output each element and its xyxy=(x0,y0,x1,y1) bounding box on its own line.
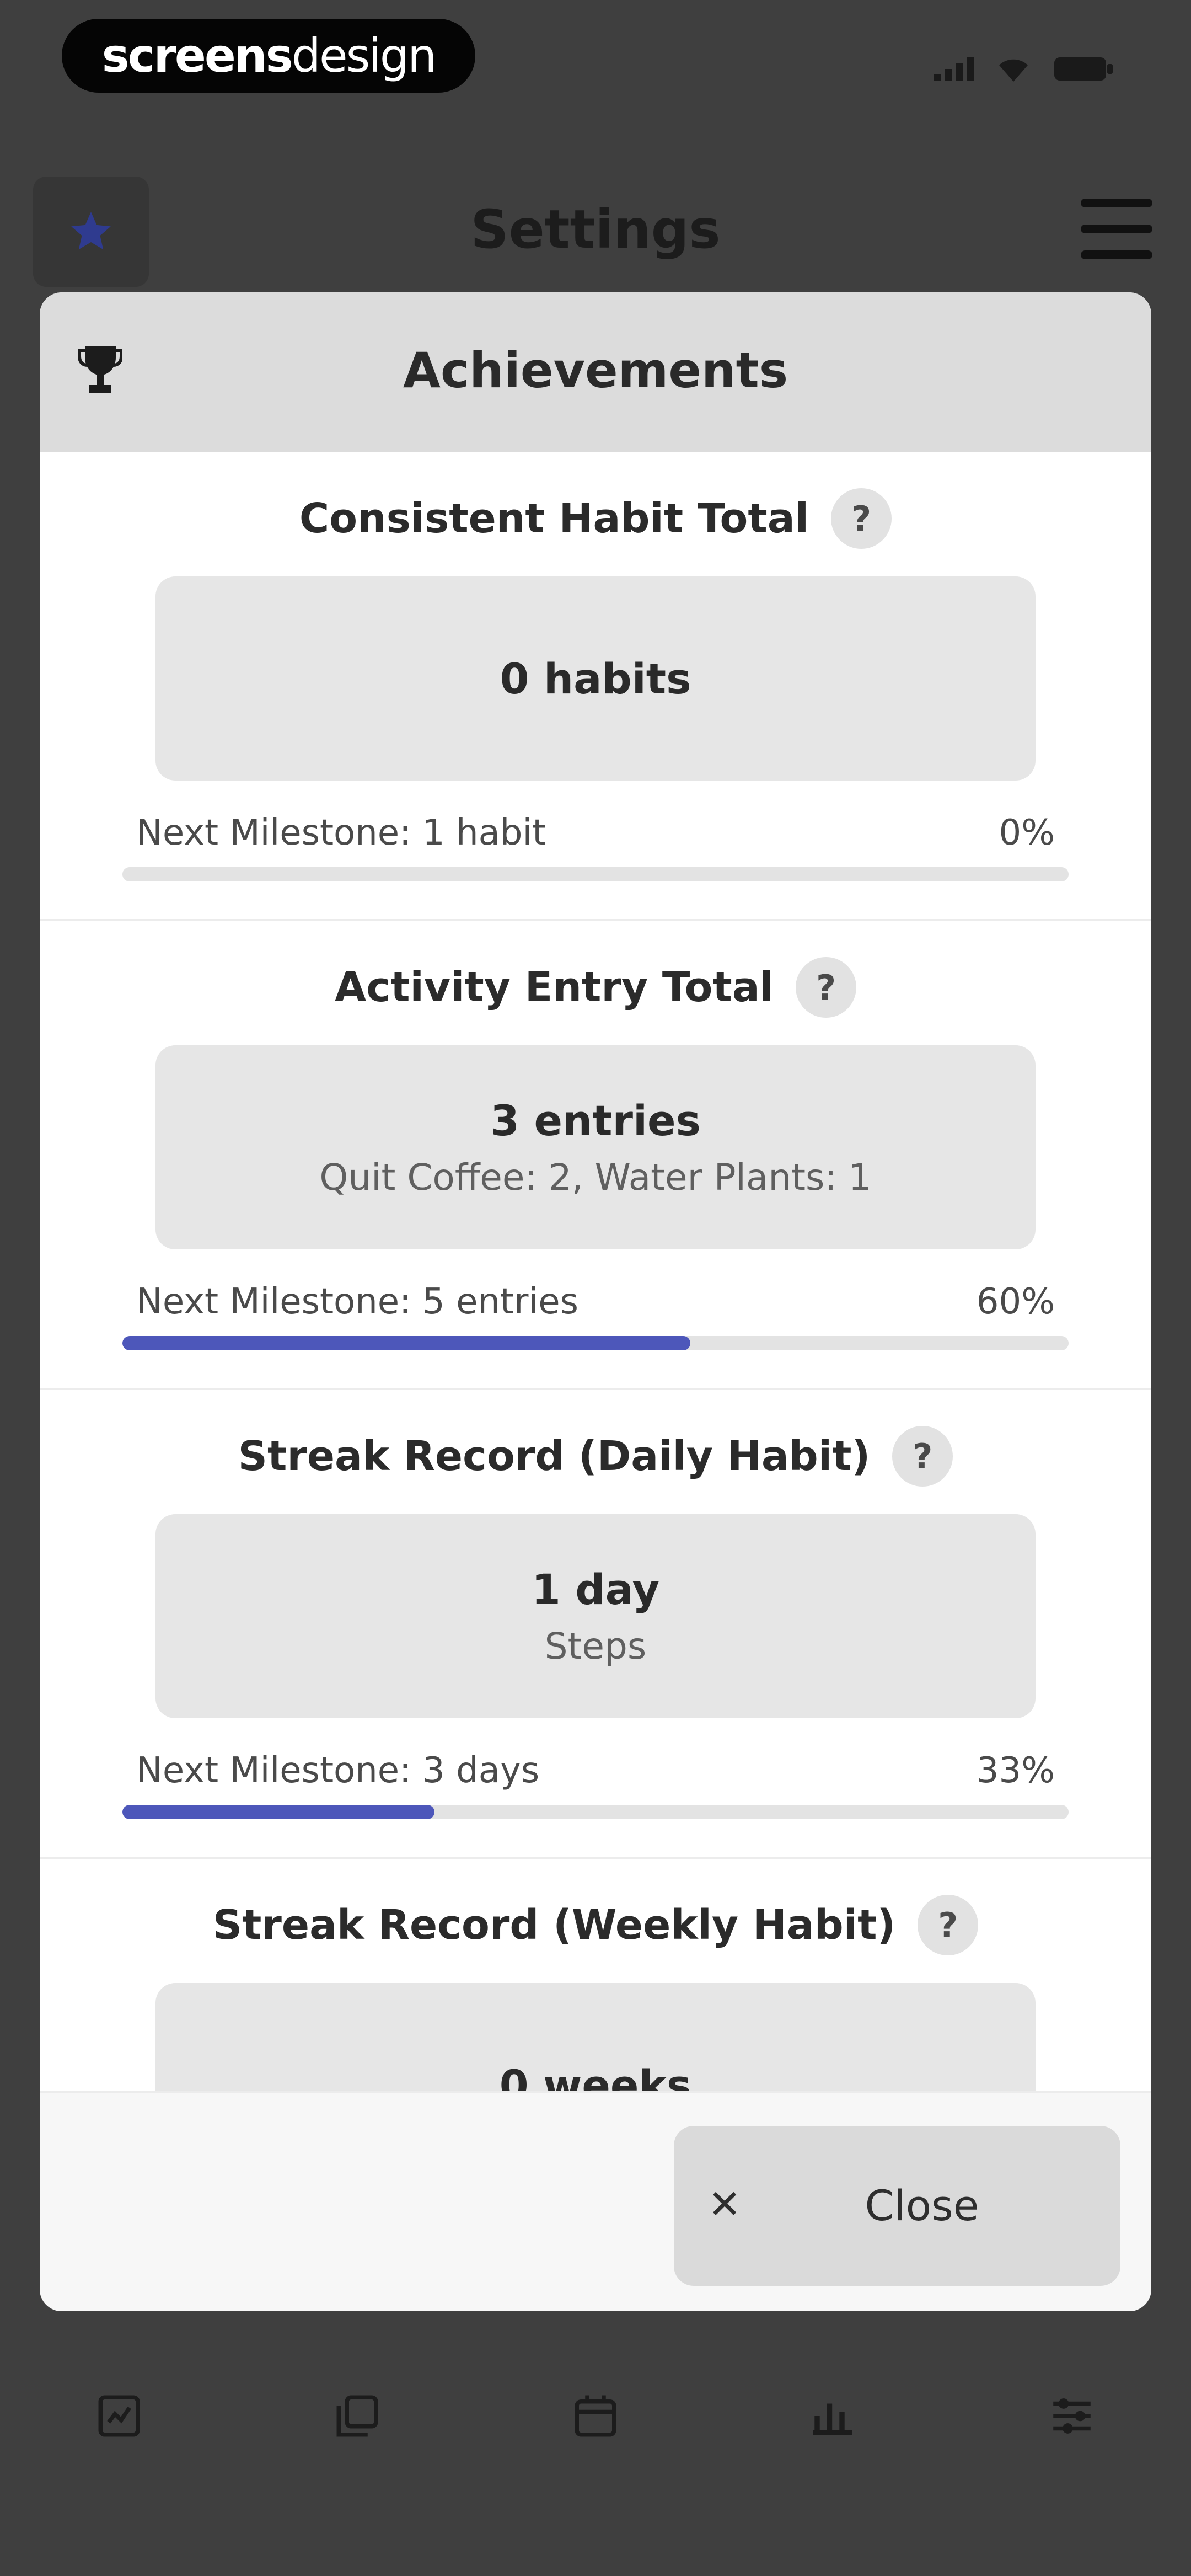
achievement-title: Streak Record (Weekly Habit) xyxy=(212,1901,896,1949)
nav-stats[interactable] xyxy=(779,2361,889,2471)
journal-icon xyxy=(98,2395,140,2437)
calendar-icon xyxy=(575,2395,616,2437)
achievement-title: Activity Entry Total xyxy=(334,964,774,1011)
progress-bar xyxy=(122,1336,1069,1350)
achievement-detail: Quit Coffee: 2, Water Plants: 1 xyxy=(319,1156,872,1199)
modal-title: Achievements xyxy=(403,342,788,399)
achievement-value: 3 entries xyxy=(490,1096,701,1145)
brand-light-text: design xyxy=(291,29,437,83)
achievement-value-box: 0 habits xyxy=(155,576,1036,781)
achievement-value: 0 habits xyxy=(500,654,691,703)
achievements-modal: Achievements Consistent Habit Total ? 0 … xyxy=(40,292,1151,2311)
nav-habits[interactable] xyxy=(302,2361,412,2471)
progress-bar xyxy=(122,867,1069,881)
modal-footer: ✕ Close xyxy=(40,2091,1151,2311)
bottom-navigation xyxy=(0,2339,1191,2493)
page-title: Settings xyxy=(470,199,721,260)
progress-percent: 60% xyxy=(976,1281,1055,1322)
brand-logo: screensdesign xyxy=(62,19,475,93)
hamburger-menu-icon[interactable] xyxy=(1081,199,1152,259)
brand-bold-text: screens xyxy=(101,29,293,83)
settings-sliders-icon xyxy=(1053,2398,1091,2434)
status-icons xyxy=(934,52,1114,85)
progress-bar xyxy=(122,1805,1069,1819)
app-screen: screensdesign Settings Achievements Cons… xyxy=(0,0,1191,2576)
progress-percent: 0% xyxy=(999,813,1055,853)
achievement-value-box: 1 day Steps xyxy=(155,1514,1036,1718)
nav-settings[interactable] xyxy=(1017,2361,1127,2471)
next-milestone-label: Next Milestone: 5 entries xyxy=(136,1281,578,1322)
close-button[interactable]: ✕ Close xyxy=(674,2126,1120,2286)
battery-icon xyxy=(1053,55,1114,83)
achievement-card: Activity Entry Total ? 3 entries Quit Co… xyxy=(40,921,1151,1390)
achievement-title: Consistent Habit Total xyxy=(299,495,809,542)
wifi-icon xyxy=(996,55,1031,83)
modal-header: Achievements xyxy=(40,292,1151,452)
app-header: Settings xyxy=(0,165,1191,298)
close-button-label: Close xyxy=(865,2181,979,2230)
signal-icon xyxy=(934,57,974,81)
progress-fill xyxy=(122,1805,435,1819)
help-icon[interactable]: ? xyxy=(918,1895,979,1955)
achievement-card: Streak Record (Daily Habit) ? 1 day Step… xyxy=(40,1390,1151,1859)
achievements-list: Consistent Habit Total ? 0 habits Next M… xyxy=(40,452,1151,2311)
help-icon[interactable]: ? xyxy=(892,1426,953,1487)
nav-calendar[interactable] xyxy=(540,2361,651,2471)
habits-icon xyxy=(336,2395,378,2437)
achievement-value-box: 3 entries Quit Coffee: 2, Water Plants: … xyxy=(155,1045,1036,1249)
achievement-card: Consistent Habit Total ? 0 habits Next M… xyxy=(40,452,1151,921)
help-icon[interactable]: ? xyxy=(831,488,892,549)
stats-icon xyxy=(813,2403,852,2435)
achievement-title: Streak Record (Daily Habit) xyxy=(238,1433,871,1480)
achievement-value: 1 day xyxy=(531,1565,660,1614)
achievement-detail: Steps xyxy=(544,1625,647,1668)
next-milestone-label: Next Milestone: 3 days xyxy=(136,1750,540,1791)
progress-fill xyxy=(122,1336,690,1350)
nav-journal[interactable] xyxy=(64,2361,174,2471)
progress-percent: 33% xyxy=(976,1750,1055,1791)
help-icon[interactable]: ? xyxy=(796,957,857,1018)
next-milestone-label: Next Milestone: 1 habit xyxy=(136,813,546,853)
